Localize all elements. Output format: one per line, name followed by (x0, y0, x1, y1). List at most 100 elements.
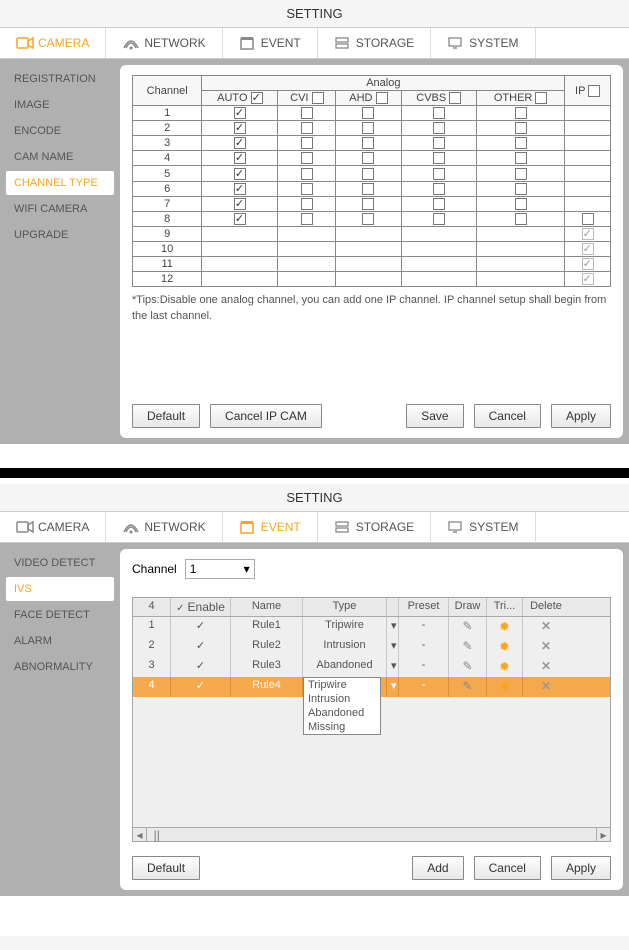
checkbox[interactable] (234, 152, 246, 164)
tab-camera[interactable]: CAMERA (0, 512, 106, 542)
sidebar-item-registration[interactable]: REGISTRATION (6, 67, 114, 91)
ahd-header-checkbox[interactable] (376, 92, 388, 104)
delete-button[interactable]: ✕ (523, 637, 569, 657)
scroll-track[interactable]: || (147, 828, 596, 842)
checkbox[interactable] (582, 228, 594, 240)
checkbox[interactable] (234, 107, 246, 119)
dropdown-option[interactable]: Tripwire (304, 678, 380, 692)
checkbox[interactable] (433, 213, 445, 225)
sidebar-item-ivs[interactable]: IVS (6, 577, 114, 601)
checkbox[interactable] (362, 137, 374, 149)
other-header-checkbox[interactable] (535, 92, 547, 104)
tab-event[interactable]: EVENT (223, 28, 318, 58)
cvbs-header-checkbox[interactable] (449, 92, 461, 104)
checkbox[interactable] (362, 213, 374, 225)
checkbox[interactable] (433, 137, 445, 149)
checkbox[interactable] (582, 243, 594, 255)
delete-button[interactable]: ✕ (523, 617, 569, 637)
scroll-right-icon[interactable]: ▸ (596, 828, 610, 842)
horizontal-scrollbar[interactable]: ◂ || ▸ (133, 827, 610, 841)
cvi-header-checkbox[interactable] (312, 92, 324, 104)
rule-type-dropdown-icon[interactable]: ▾ (387, 657, 399, 677)
sidebar-item-upgrade[interactable]: UPGRADE (6, 223, 114, 247)
sidebar-item-encode[interactable]: ENCODE (6, 119, 114, 143)
sidebar-item-abnormality[interactable]: ABNORMALITY (6, 655, 114, 679)
dropdown-option[interactable]: Intrusion (304, 692, 380, 706)
checkbox[interactable] (433, 152, 445, 164)
checkbox[interactable] (433, 198, 445, 210)
sidebar-item-image[interactable]: IMAGE (6, 93, 114, 117)
trigger-button[interactable]: ✹ (487, 677, 523, 697)
delete-button[interactable]: ✕ (523, 677, 569, 697)
checkbox[interactable] (515, 168, 527, 180)
tab-storage[interactable]: STORAGE (318, 512, 431, 542)
checkbox[interactable] (301, 183, 313, 195)
checkbox[interactable] (362, 122, 374, 134)
rule-row[interactable]: 2✓Rule2Intrusion▾-✎✹✕ (133, 637, 610, 657)
checkbox[interactable] (301, 137, 313, 149)
checkbox[interactable] (433, 122, 445, 134)
dropdown-option[interactable]: Abandoned (304, 706, 380, 720)
dropdown-option[interactable]: Missing (304, 720, 380, 734)
checkbox[interactable] (301, 107, 313, 119)
trigger-button[interactable]: ✹ (487, 637, 523, 657)
tab-system[interactable]: SYSTEM (431, 512, 535, 542)
save-button[interactable]: Save (406, 404, 463, 428)
draw-button[interactable]: ✎ (449, 677, 487, 697)
sidebar-item-video-detect[interactable]: VIDEO DETECT (6, 551, 114, 575)
tab-storage[interactable]: STORAGE (318, 28, 431, 58)
checkbox[interactable] (234, 198, 246, 210)
delete-button[interactable]: ✕ (523, 657, 569, 677)
checkbox[interactable] (362, 183, 374, 195)
checkbox[interactable] (362, 168, 374, 180)
checkbox[interactable] (234, 137, 246, 149)
sidebar-item-wifi-camera[interactable]: WIFI CAMERA (6, 197, 114, 221)
checkbox[interactable] (515, 122, 527, 134)
checkbox[interactable] (433, 107, 445, 119)
type-dropdown[interactable]: TripwireIntrusionAbandonedMissing (303, 677, 381, 735)
rule-row[interactable]: 3✓Rule3Abandoned▾-✎✹✕ (133, 657, 610, 677)
checkbox[interactable] (582, 258, 594, 270)
checkbox[interactable] (515, 152, 527, 164)
ip-header-checkbox[interactable] (588, 85, 600, 97)
tab-camera[interactable]: CAMERA (0, 28, 106, 58)
rule-type-dropdown-icon[interactable]: ▾ (387, 637, 399, 657)
checkbox[interactable] (301, 122, 313, 134)
default-button[interactable]: Default (132, 404, 200, 428)
rule-row[interactable]: 1✓Rule1Tripwire▾-✎✹✕ (133, 617, 610, 637)
checkbox[interactable] (515, 198, 527, 210)
draw-button[interactable]: ✎ (449, 617, 487, 637)
apply-button[interactable]: Apply (551, 404, 611, 428)
trigger-button[interactable]: ✹ (487, 617, 523, 637)
tab-network[interactable]: NETWORK (106, 28, 222, 58)
cancel-ip-cam-button[interactable]: Cancel IP CAM (210, 404, 322, 428)
sidebar-item-alarm[interactable]: ALARM (6, 629, 114, 653)
checkbox[interactable] (234, 168, 246, 180)
checkbox[interactable] (515, 107, 527, 119)
tab-network[interactable]: NETWORK (106, 512, 222, 542)
apply-button[interactable]: Apply (551, 856, 611, 880)
add-button[interactable]: Add (412, 856, 463, 880)
checkbox[interactable] (362, 107, 374, 119)
tab-system[interactable]: SYSTEM (431, 28, 535, 58)
rule-enable-checkbox[interactable]: ✓ (171, 617, 231, 637)
checkbox[interactable] (433, 183, 445, 195)
rule-enable-checkbox[interactable]: ✓ (171, 677, 231, 697)
checkbox[interactable] (433, 168, 445, 180)
sidebar-item-channel-type[interactable]: CHANNEL TYPE (6, 171, 114, 195)
cancel-button[interactable]: Cancel (474, 856, 541, 880)
checkbox[interactable] (301, 198, 313, 210)
checkbox[interactable] (362, 198, 374, 210)
checkbox[interactable] (234, 213, 246, 225)
channel-select[interactable]: 1 ▾ (185, 559, 255, 579)
rule-type-dropdown-icon[interactable]: ▾ (387, 617, 399, 637)
checkbox[interactable] (515, 183, 527, 195)
checkbox[interactable] (582, 213, 594, 225)
draw-button[interactable]: ✎ (449, 637, 487, 657)
checkbox[interactable] (301, 168, 313, 180)
tab-event[interactable]: EVENT (223, 512, 318, 542)
sidebar-item-cam-name[interactable]: CAM NAME (6, 145, 114, 169)
checkbox[interactable] (362, 152, 374, 164)
default-button[interactable]: Default (132, 856, 200, 880)
scroll-left-icon[interactable]: ◂ (133, 828, 147, 842)
